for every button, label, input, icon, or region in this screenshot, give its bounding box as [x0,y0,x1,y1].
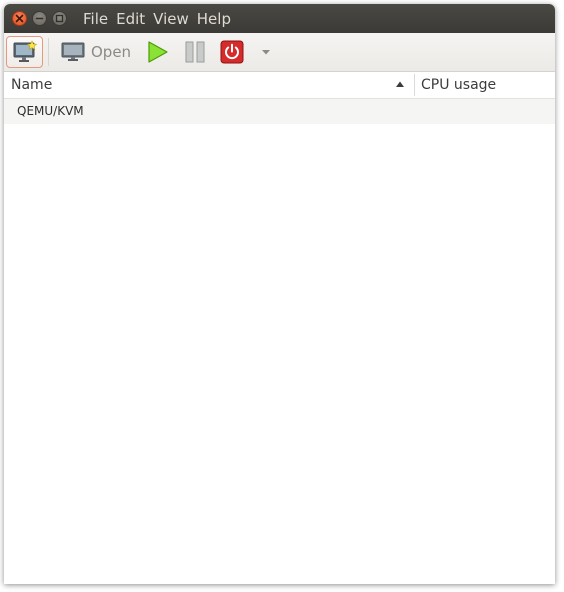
menu-bar: File Edit View Help [83,4,239,33]
new-vm-button[interactable] [6,36,43,68]
toolbar-separator [48,38,49,66]
column-divider[interactable] [414,74,415,96]
pause-icon [185,41,205,63]
maximize-icon [55,14,64,23]
menu-file[interactable]: File [83,10,108,28]
table-header: Name CPU usage [4,72,555,99]
pause-button[interactable] [182,36,208,68]
play-icon [148,41,168,63]
minimize-icon [35,17,44,20]
connection-row[interactable]: QEMU/KVM [4,99,555,124]
maximize-window-button[interactable] [52,11,67,26]
column-header-cpu-usage[interactable]: CPU usage [421,72,496,98]
chevron-down-icon [262,50,270,55]
connection-list: QEMU/KVM [4,99,555,124]
connection-name: QEMU/KVM [17,104,84,118]
monitor-icon [61,42,85,61]
power-icon [220,40,244,64]
close-window-button[interactable] [12,11,27,26]
menu-help[interactable]: Help [197,10,231,28]
sort-ascending-icon [396,81,404,87]
minimize-window-button[interactable] [32,11,47,26]
run-button[interactable] [144,36,170,68]
new-vm-monitor-icon [13,40,37,62]
title-bar: File Edit View Help [4,4,555,33]
virt-manager-window: File Edit View Help Open Name CPU usage … [4,4,555,584]
shutdown-button[interactable] [219,36,245,68]
menu-edit[interactable]: Edit [116,10,145,28]
open-button-label: Open [91,43,132,61]
shutdown-options-dropdown[interactable] [257,36,275,68]
column-header-name[interactable]: Name [11,72,52,98]
menu-view[interactable]: View [153,10,189,28]
open-button[interactable]: Open [61,36,133,68]
close-icon [15,14,24,23]
toolbar: Open [4,33,555,72]
